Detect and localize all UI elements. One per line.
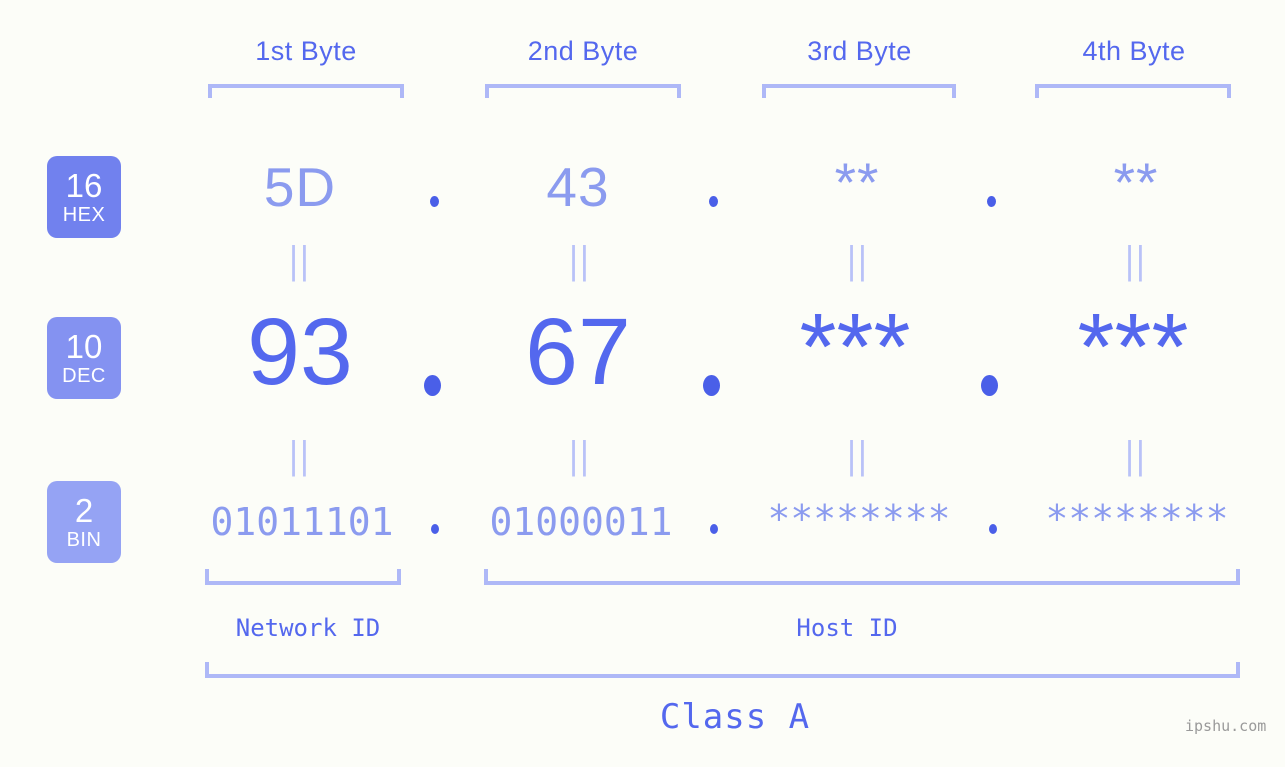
dec-separator-dot-2: [703, 375, 720, 396]
network-id-label: Network ID: [235, 614, 381, 642]
hex-value-byte-4: **: [1113, 151, 1159, 213]
hex-separator-dot-2: [709, 196, 718, 207]
bin-separator-dot-3: [989, 524, 997, 534]
bin-separator-dot-1: [431, 524, 439, 534]
bin-value-byte-1: 01011101: [210, 500, 394, 544]
class-bracket: [205, 662, 1240, 678]
dec-value-byte-4: ***: [1077, 294, 1189, 400]
byte-bracket-4: [1035, 84, 1231, 98]
base-badge-dec-number: 10: [65, 328, 103, 365]
class-label: Class A: [659, 697, 811, 737]
bin-value-byte-2: 01000011: [489, 500, 673, 544]
base-badge-hex: 16 HEX: [47, 156, 121, 238]
base-badge-dec: 10 DEC: [47, 317, 121, 399]
dec-value-byte-1: 93: [247, 299, 353, 405]
equals-mark-hex-dec-1: ||: [289, 239, 311, 283]
base-badge-hex-number: 16: [65, 167, 103, 204]
byte-header-label-2: 2nd Byte: [527, 36, 639, 66]
hex-separator-dot-1: [430, 196, 439, 207]
base-badge-bin-number: 2: [74, 492, 94, 529]
base-badge-dec-abbr: DEC: [62, 365, 106, 387]
host-id-bracket: [484, 569, 1240, 585]
bin-value-byte-3: ********: [767, 497, 951, 541]
equals-mark-hex-dec-3: ||: [847, 239, 869, 283]
hex-separator-dot-3: [987, 196, 996, 207]
dec-separator-dot-3: [981, 375, 998, 396]
ip-address-breakdown-diagram: 1st Byte 2nd Byte 3rd Byte 4th Byte 16 H…: [0, 0, 1285, 767]
byte-header-label-3: 3rd Byte: [807, 36, 912, 66]
equals-mark-dec-bin-1: ||: [289, 434, 311, 478]
dec-value-byte-3: ***: [799, 294, 911, 400]
equals-mark-hex-dec-2: ||: [569, 239, 591, 283]
equals-mark-dec-bin-2: ||: [569, 434, 591, 478]
base-badge-bin: 2 BIN: [47, 481, 121, 563]
network-id-bracket: [205, 569, 401, 585]
hex-value-byte-2: 43: [546, 156, 610, 218]
equals-mark-hex-dec-4: ||: [1125, 239, 1147, 283]
equals-mark-dec-bin-3: ||: [847, 434, 869, 478]
byte-header-label-4: 4th Byte: [1082, 36, 1186, 66]
bin-value-byte-4: ********: [1045, 497, 1229, 541]
hex-value-byte-1: 5D: [263, 156, 337, 218]
bin-separator-dot-2: [710, 524, 718, 534]
dec-separator-dot-1: [424, 375, 441, 396]
base-badge-hex-abbr: HEX: [62, 204, 106, 226]
watermark: ipshu.com: [1185, 717, 1267, 735]
byte-bracket-1: [208, 84, 404, 98]
byte-bracket-2: [485, 84, 681, 98]
equals-mark-dec-bin-4: ||: [1125, 434, 1147, 478]
base-badge-bin-abbr: BIN: [66, 529, 102, 551]
byte-header-label-1: 1st Byte: [255, 36, 357, 66]
dec-value-byte-2: 67: [525, 299, 631, 405]
byte-bracket-3: [762, 84, 956, 98]
host-id-label: Host ID: [796, 614, 898, 642]
hex-value-byte-3: **: [834, 151, 880, 213]
